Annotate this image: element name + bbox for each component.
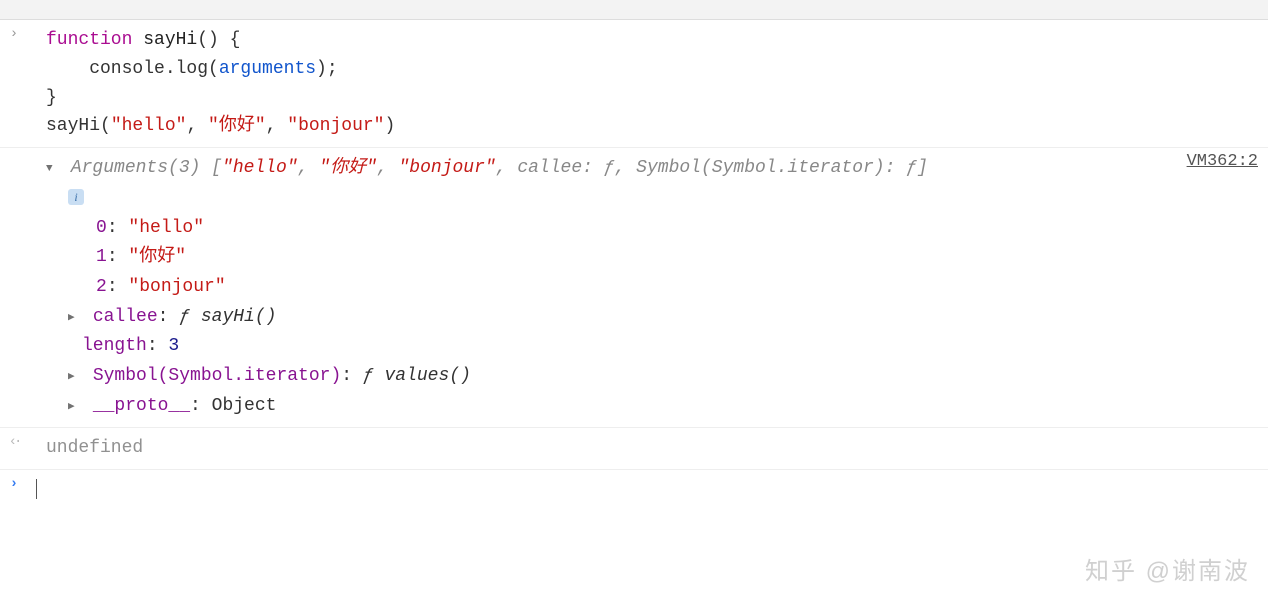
expand-toggle-icon[interactable]: ▶ (68, 309, 82, 327)
console-input-row[interactable]: function sayHi() { console.log(arguments… (0, 20, 1268, 148)
kw-function: function (46, 30, 132, 50)
prop-length[interactable]: length: 3 (46, 332, 1264, 362)
info-icon[interactable]: i (68, 189, 84, 205)
watermark: 知乎 @谢南波 (1085, 551, 1250, 586)
prop-0[interactable]: 0: "hello" (46, 214, 1264, 244)
expand-toggle-icon[interactable]: ▶ (68, 368, 82, 386)
input-code: function sayHi() { console.log(arguments… (28, 20, 1268, 147)
return-value: undefined (28, 428, 1268, 469)
prop-proto[interactable]: ▶ __proto__: Object (46, 392, 1264, 422)
log-gutter (0, 148, 28, 154)
source-link[interactable]: VM362:2 (1187, 152, 1258, 171)
prop-symbol-iterator[interactable]: ▶ Symbol(Symbol.iterator): ƒ values() (46, 362, 1264, 392)
collapse-toggle-icon[interactable]: ▼ (46, 160, 60, 178)
console-log-row[interactable]: VM362:2 ▼ Arguments(3) ["hello", "你好", "… (0, 148, 1268, 428)
info-badge-row[interactable]: i (46, 184, 1264, 214)
console-prompt-row[interactable] (0, 470, 1268, 511)
console-toolbar (0, 0, 1268, 20)
prop-callee[interactable]: ▶ callee: ƒ sayHi() (46, 303, 1264, 333)
input-marker-icon (0, 20, 28, 42)
arguments-summary[interactable]: ▼ Arguments(3) ["hello", "你好", "bonjour"… (46, 154, 1264, 184)
prompt-marker-icon (0, 470, 28, 492)
text-caret (36, 479, 37, 499)
return-marker-icon (0, 428, 28, 450)
prompt-input[interactable] (28, 470, 1268, 511)
expand-toggle-icon[interactable]: ▶ (68, 398, 82, 416)
prop-1[interactable]: 1: "你好" (46, 243, 1264, 273)
prop-2[interactable]: 2: "bonjour" (46, 273, 1264, 303)
console-return-row: undefined (0, 428, 1268, 470)
log-content: ▼ Arguments(3) ["hello", "你好", "bonjour"… (28, 148, 1268, 427)
